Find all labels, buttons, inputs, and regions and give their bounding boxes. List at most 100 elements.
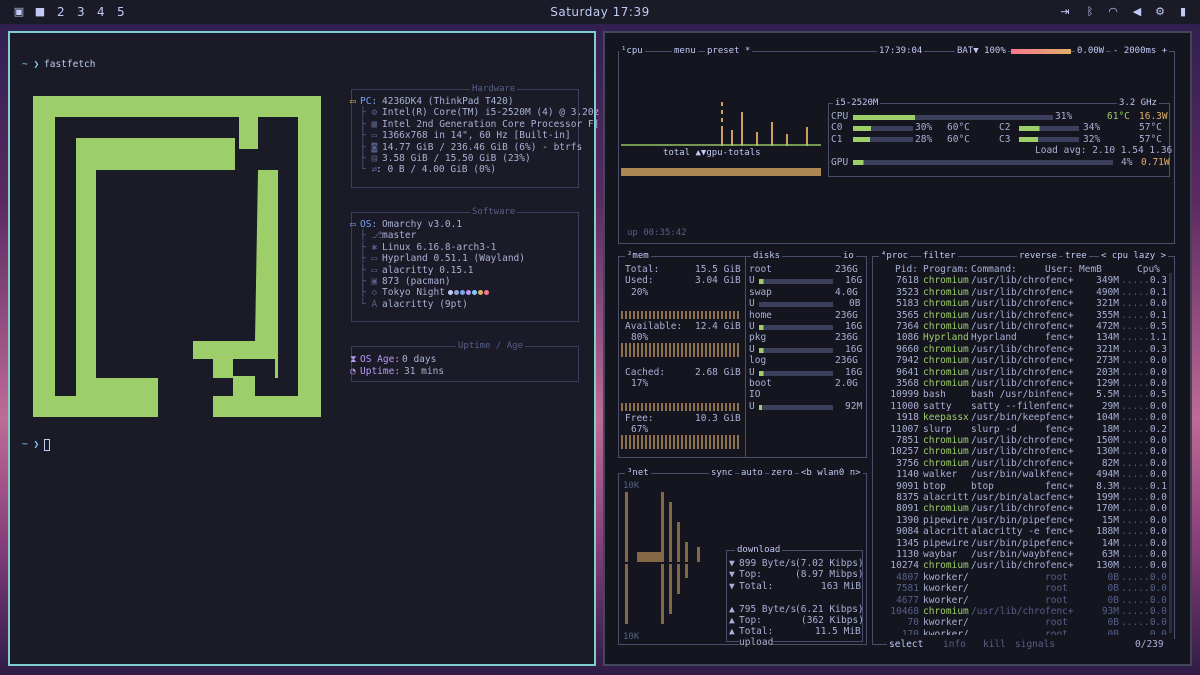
proc-list[interactable]: 7618 chromium/usr/lib/chro fenc+ 349M 0.3...…	[875, 275, 1171, 635]
col-user[interactable]: User:	[1045, 264, 1074, 275]
proc-row[interactable]: 7581 kworker/root 0B 0.0......	[875, 583, 1171, 594]
proc-row[interactable]: 9660 chromium/usr/lib/chro fenc+ 321M 0.3...…	[875, 344, 1171, 355]
proc-row[interactable]: 4677 kworker/root 0B 0.0......	[875, 595, 1171, 606]
proc-row[interactable]: 7851 chromium/usr/lib/chro fenc+ 150M 0.0...…	[875, 435, 1171, 446]
filter-button[interactable]: filter	[921, 251, 958, 262]
col-command[interactable]: Command:	[971, 264, 1017, 275]
proc-cpu-graph: ......	[1121, 434, 1156, 446]
os-key: OS:	[360, 219, 378, 230]
disk-log-u: U	[749, 366, 755, 378]
battery-icon[interactable]: ▮	[1176, 5, 1190, 19]
mem-avail: 12.4 GiB	[695, 321, 741, 332]
tree-toggle[interactable]: tree	[1063, 251, 1089, 262]
proc-mem: 203M	[1096, 366, 1119, 378]
up-arrow-icon: ▲	[729, 626, 735, 638]
proc-row[interactable]: 4807 kworker/root 0B 0.0......	[875, 572, 1171, 583]
proc-user: fenc+	[1045, 355, 1074, 367]
proc-row[interactable]: 170 kworker/root 0B 0.0......	[875, 629, 1171, 636]
prompt: ~ ❯	[22, 439, 40, 450]
logout-icon[interactable]: ⇥	[1058, 5, 1072, 19]
info-button[interactable]: info	[943, 639, 966, 650]
proc-row[interactable]: 1918 keepassx/usr/bin/keep fenc+ 104M 0.0...…	[875, 412, 1171, 423]
gpu-totals-label[interactable]: total ▲▼gpu-totals	[663, 148, 761, 160]
settings-icon[interactable]: ⚙	[1153, 5, 1167, 19]
reverse-toggle[interactable]: reverse	[1017, 251, 1059, 262]
mem-tab[interactable]: ²mem	[625, 251, 651, 262]
power-draw: 0.00W	[1075, 46, 1107, 57]
update-interval[interactable]: - 2000ms +	[1111, 46, 1170, 57]
proc-row[interactable]: 1130 waybar/usr/bin/wayb fenc+ 63M 0.0......	[875, 549, 1171, 560]
proc-pid: 4677	[896, 594, 919, 606]
proc-program: pipewire	[923, 514, 969, 526]
proc-program: kworker/	[923, 571, 969, 583]
col-cpu[interactable]: Cpu%	[1137, 264, 1160, 275]
net-tab[interactable]: ³net	[625, 468, 651, 479]
net-scale-bottom: 10K	[623, 632, 640, 642]
zero-toggle[interactable]: zero	[769, 468, 795, 479]
bluetooth-icon[interactable]: ᛒ	[1083, 5, 1097, 19]
proc-command: alacritty -e	[971, 526, 1040, 538]
sort-selector[interactable]: < cpu lazy >	[1099, 251, 1169, 262]
proc-count: 0/239	[1135, 639, 1164, 650]
kill-button[interactable]: kill	[983, 639, 1006, 650]
select-button[interactable]: select	[889, 639, 923, 650]
menu-tab[interactable]: menu	[672, 46, 698, 57]
proc-row[interactable]: 9641 chromium/usr/lib/chro fenc+ 203M 0.0...…	[875, 367, 1171, 378]
col-mem[interactable]: MemB	[1079, 264, 1102, 275]
wifi-icon[interactable]: ◠	[1106, 5, 1120, 19]
proc-row[interactable]: 10274 chromium/usr/lib/chro fenc+ 130M 0.0..…	[875, 560, 1171, 571]
proc-row[interactable]: 7618 chromium/usr/lib/chro fenc+ 349M 0.3...…	[875, 275, 1171, 286]
btop-window[interactable]: ¹cpu menu preset * 17:39:04 BAT▼ 100% 0.…	[603, 31, 1192, 666]
proc-mem: 188M	[1096, 526, 1119, 538]
proc-row[interactable]: 3568 chromium/usr/lib/chro fenc+ 129M 0.0...…	[875, 378, 1171, 389]
proc-row[interactable]: 9091 btop btop fenc+ 8.3M 0.1......	[875, 481, 1171, 492]
proc-tab[interactable]: ⁴proc	[879, 251, 911, 262]
terminal-window[interactable]: ~ ❯ fastfetch Hardware ▭ PC: 4236DK4 (Th…	[8, 31, 599, 666]
proc-row[interactable]: 10468 chromium/usr/lib/chro fenc+ 93M 0.0...…	[875, 606, 1171, 617]
col-pid[interactable]: Pid:	[895, 264, 918, 275]
proc-row[interactable]: 3756 chromium/usr/lib/chro fenc+ 82M 0.0....…	[875, 458, 1171, 469]
proc-row[interactable]: 8091 chromium/usr/lib/chro fenc+ 170M 0.0...…	[875, 503, 1171, 514]
proc-pid: 11007	[890, 423, 919, 435]
core-c0-label: C0	[831, 122, 843, 134]
clock[interactable]: Saturday 17:39	[0, 5, 1200, 19]
disk-boot-u: U	[749, 400, 755, 412]
proc-program: Hyprland	[923, 332, 969, 344]
proc-row[interactable]: 1345 pipewire/usr/bin/pipe fenc+ 14M 0.0....…	[875, 538, 1171, 549]
disks-tab[interactable]: disks	[751, 251, 783, 262]
tree-branch: ├ ▭	[360, 130, 378, 142]
interface-selector[interactable]: <b wlan0 n>	[799, 468, 863, 479]
cpu-tab[interactable]: ¹cpu	[619, 46, 645, 57]
gpu-power: 0.71W	[1141, 156, 1170, 168]
auto-toggle[interactable]: auto	[739, 468, 765, 479]
proc-row[interactable]: 1390 pipewire/usr/bin/pipe fenc+ 15M 0.0....…	[875, 515, 1171, 526]
io-toggle[interactable]: io	[841, 251, 856, 262]
proc-row[interactable]: 7942 chromium/usr/lib/chro fenc+ 273M 0.0...…	[875, 355, 1171, 366]
proc-row[interactable]: 1140 walker/usr/bin/walk fenc+ 494M 0.0.....…	[875, 469, 1171, 480]
proc-scrollbar[interactable]	[1169, 273, 1172, 633]
proc-row[interactable]: 9084 alacritt alacritty -e fenc+ 188M 0.0....…	[875, 526, 1171, 537]
proc-pid: 1130	[896, 548, 919, 560]
tree-branch: ├ ⎇	[360, 230, 383, 242]
proc-row[interactable]: 1086 Hyprland Hyprland fenc+ 134M 1.1......	[875, 332, 1171, 343]
proc-row[interactable]: 8375 alacritt/usr/bin/alac fenc+ 199M 0.0...…	[875, 492, 1171, 503]
proc-row[interactable]: 3523 chromium/usr/lib/chro fenc+ 490M 0.1...…	[875, 287, 1171, 298]
proc-cpu-graph: ......	[1121, 560, 1156, 572]
proc-row[interactable]: 7364 chromium/usr/lib/chro fenc+ 472M 0.5...…	[875, 321, 1171, 332]
proc-row[interactable]: 70 kworker/root 0B 0.0......	[875, 617, 1171, 628]
sync-toggle[interactable]: sync	[709, 468, 735, 479]
col-program[interactable]: Program:	[923, 264, 969, 275]
disk-swap-bar	[759, 302, 833, 307]
signals-button[interactable]: signals	[1015, 639, 1055, 650]
preset-tab[interactable]: preset *	[705, 46, 753, 57]
volume-icon[interactable]: ◀	[1130, 5, 1144, 19]
proc-row[interactable]: 11007 slurp slurp -d fenc+ 18M 0.2......	[875, 424, 1171, 435]
proc-row[interactable]: 5183 chromium/usr/lib/chro fenc+ 321M 0.0...…	[875, 298, 1171, 309]
tree-branch: └ ⇄	[360, 164, 378, 176]
proc-row[interactable]: 11000 satty satty --filen fenc+ 29M 0.0......	[875, 401, 1171, 412]
proc-row[interactable]: 10257 chromium/usr/lib/chro fenc+ 130M 0.0..…	[875, 446, 1171, 457]
proc-row[interactable]: 3565 chromium/usr/lib/chro fenc+ 355M 0.1...…	[875, 310, 1171, 321]
proc-row[interactable]: 10999 bash bash /usr/bin fenc+ 5.5M 0.5......	[875, 389, 1171, 400]
tree-branch: ├ ▤	[360, 153, 378, 164]
proc-program: kworker/	[923, 583, 969, 595]
